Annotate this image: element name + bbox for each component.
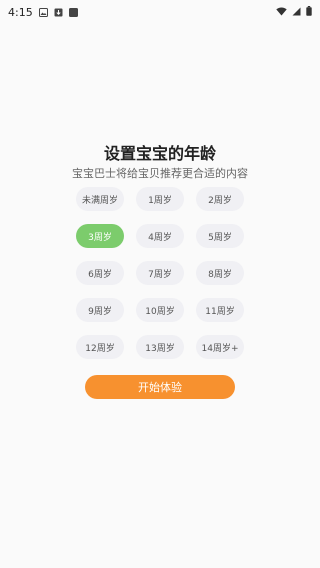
page-subtitle: 宝宝巴士将给宝贝推荐更合适的内容 (72, 167, 248, 180)
start-button[interactable]: 开始体验 (85, 375, 235, 399)
signal-icon (292, 6, 301, 19)
status-right (276, 5, 312, 19)
age-option-selected[interactable]: 3周岁 (76, 224, 124, 248)
page-title: 设置宝宝的年龄 (103, 144, 216, 163)
age-option[interactable]: 未满周岁 (76, 187, 124, 211)
age-option[interactable]: 2周岁 (196, 187, 244, 211)
battery-icon (306, 5, 312, 19)
age-option[interactable]: 1周岁 (136, 187, 184, 211)
age-option[interactable]: 6周岁 (76, 261, 124, 285)
age-option[interactable]: 11周岁 (196, 298, 244, 322)
gallery-icon (38, 7, 48, 17)
age-option[interactable]: 14周岁+ (196, 335, 244, 359)
status-bar: 4:15 (0, 0, 320, 24)
status-left: 4:15 (8, 6, 78, 19)
age-option[interactable]: 5周岁 (196, 224, 244, 248)
status-time: 4:15 (8, 5, 33, 19)
age-option[interactable]: 9周岁 (76, 298, 124, 322)
app-icon (68, 7, 78, 17)
age-option[interactable]: 7周岁 (136, 261, 184, 285)
age-setup-screen: 4:15 设置宝宝的年龄 宝宝巴士将给宝贝推荐更合适的内容 未满周岁 1周岁 2… (0, 0, 320, 568)
age-option[interactable]: 8周岁 (196, 261, 244, 285)
age-option[interactable]: 13周岁 (136, 335, 184, 359)
age-option[interactable]: 10周岁 (136, 298, 184, 322)
download-icon (54, 8, 63, 17)
age-option[interactable]: 12周岁 (76, 335, 124, 359)
wifi-icon (276, 6, 287, 19)
age-options-grid: 未满周岁 1周岁 2周岁 3周岁 4周岁 5周岁 6周岁 7周岁 8周岁 9周岁… (76, 187, 244, 359)
age-option[interactable]: 4周岁 (136, 224, 184, 248)
